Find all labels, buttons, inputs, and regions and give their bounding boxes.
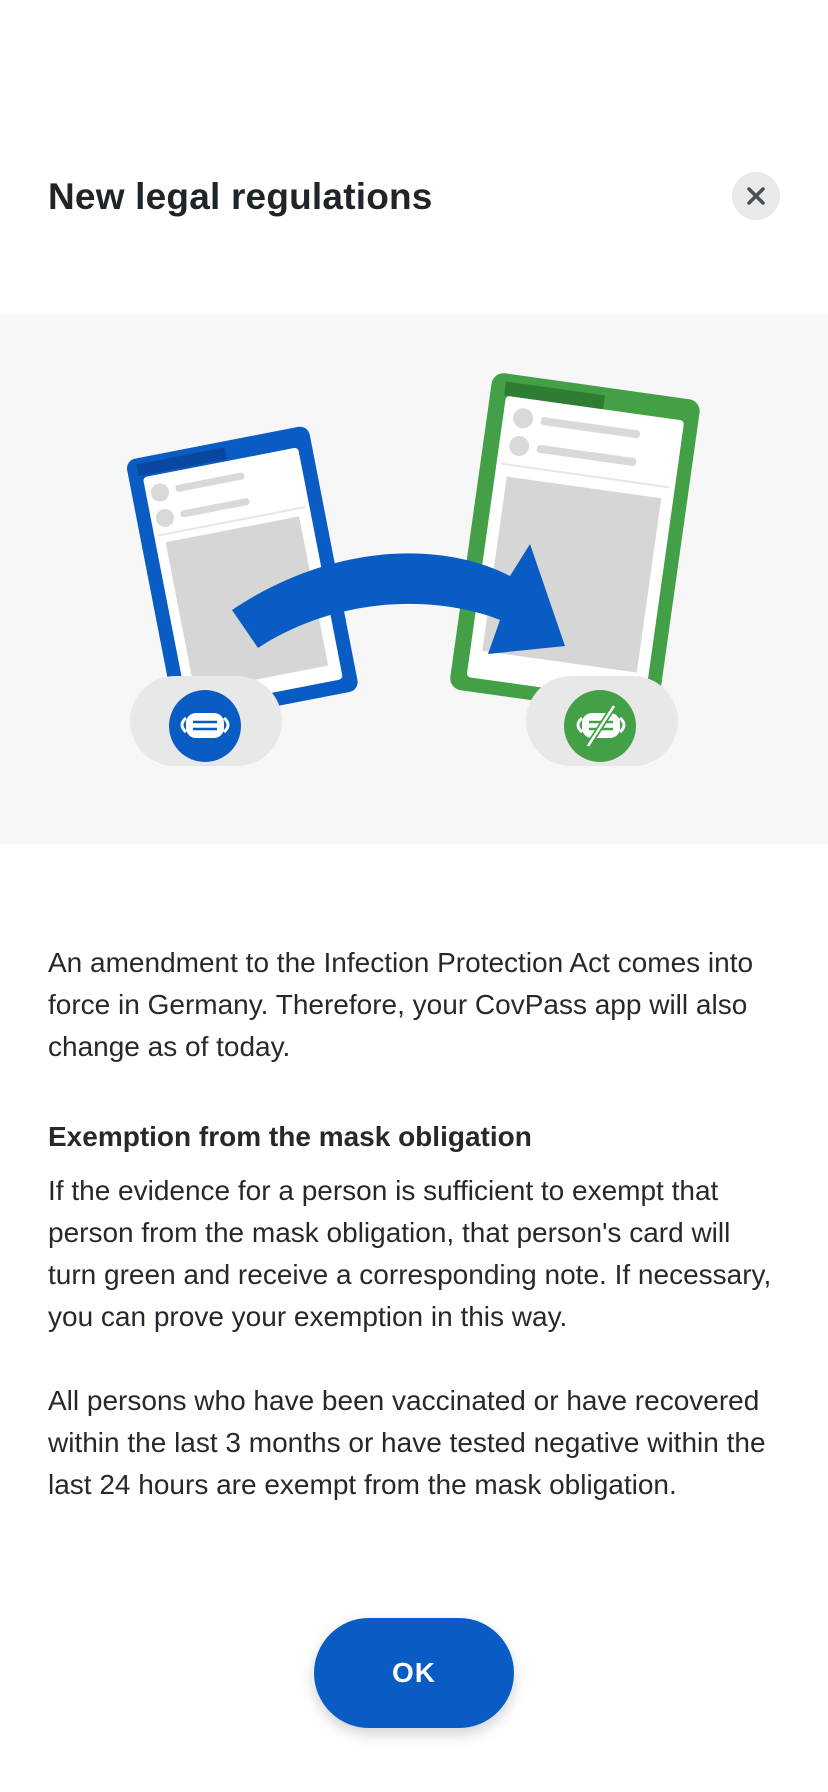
intro-text: An amendment to the Infection Protection… [48, 947, 754, 1062]
paragraph-2: All persons who have been vaccinated or … [48, 1385, 766, 1500]
right-phone [450, 373, 700, 717]
header: New legal regulations [48, 168, 780, 228]
page-title: New legal regulations [48, 176, 433, 217]
modal-page: New legal regulations An amendment to th… [0, 0, 828, 1792]
section-heading: Exemption from the mask obligation [48, 1121, 532, 1152]
left-badge [130, 676, 282, 766]
illustration [0, 314, 828, 844]
close-icon [747, 187, 765, 205]
right-badge [526, 676, 678, 766]
content: An amendment to the Infection Protection… [48, 942, 780, 1506]
illustration-graphic [127, 373, 700, 766]
close-button[interactable] [732, 172, 780, 220]
mask-icon [180, 713, 230, 738]
paragraph-1: If the evidence for a person is sufficie… [48, 1175, 772, 1332]
ok-button[interactable]: OK [314, 1618, 514, 1728]
